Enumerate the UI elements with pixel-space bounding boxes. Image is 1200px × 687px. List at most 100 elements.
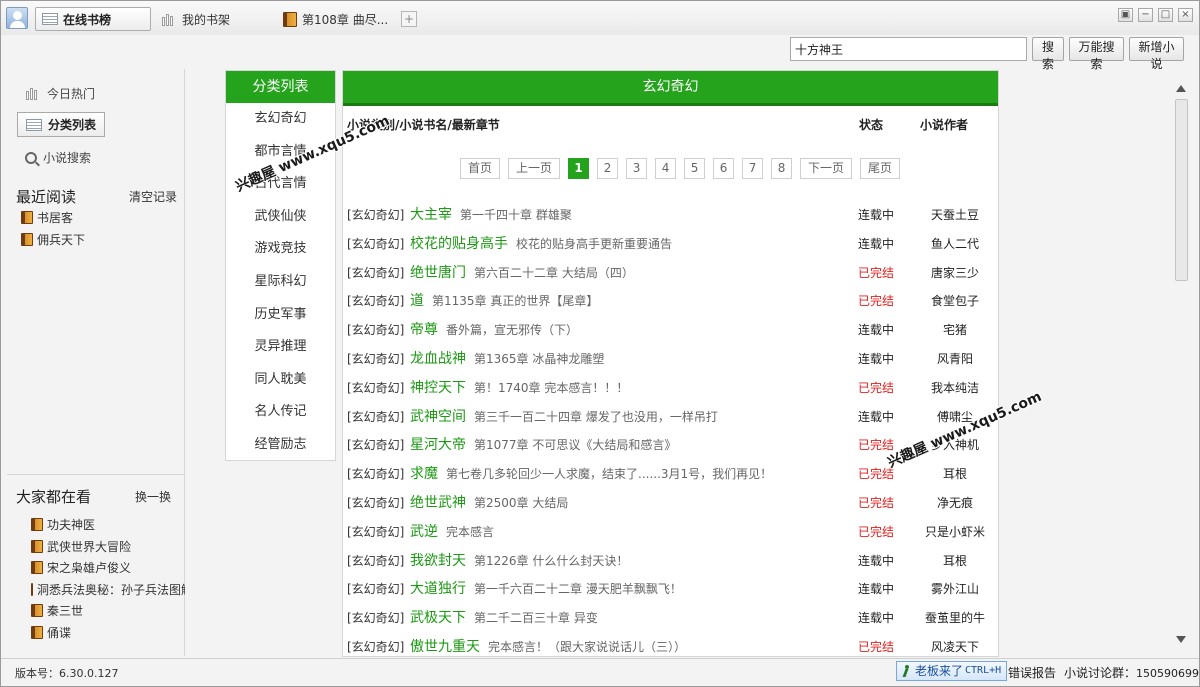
category-item[interactable]: 灵异推理 xyxy=(226,331,335,364)
recent-item[interactable]: 佣兵天下 xyxy=(21,229,85,251)
scroll-down-icon[interactable] xyxy=(1176,636,1186,643)
add-tab-button[interactable]: + xyxy=(401,11,417,27)
row-title[interactable]: 龙血战神 xyxy=(410,351,466,367)
row-book-link[interactable]: 龙血战神 第1365章 冰晶神龙雕塑 xyxy=(410,345,604,374)
scroll-up-icon[interactable] xyxy=(1176,85,1186,92)
user-avatar[interactable] xyxy=(6,7,28,29)
nav-today-hot[interactable]: 今日热门 xyxy=(25,85,95,102)
clear-history-link[interactable]: 清空记录 xyxy=(129,188,177,205)
category-item[interactable]: 武侠仙侠 xyxy=(226,201,335,234)
row-book-link[interactable]: 道第1135章 真正的世界【尾章】 xyxy=(410,287,598,316)
row-book-link[interactable]: 我欲封天 第1226章 什么什么封天诀！ xyxy=(410,547,628,576)
last-page-button[interactable]: 尾页 xyxy=(860,158,901,179)
page-2-button[interactable]: 2 xyxy=(597,158,619,179)
tab-current-chapter[interactable]: 第108章 曲尽... xyxy=(277,7,394,31)
row-book-link[interactable]: 武逆 完本感言 xyxy=(410,518,494,547)
row-title[interactable]: 求魔 xyxy=(410,466,438,482)
tab-my-bookshelf[interactable]: 我的书架 xyxy=(155,7,236,31)
prev-page-button[interactable]: 上一页 xyxy=(508,158,561,179)
row-chapter[interactable]: 第1226章 什么什么封天诀！ xyxy=(474,554,628,568)
category-item[interactable]: 星际科幻 xyxy=(226,266,335,299)
maximize-icon[interactable]: □ xyxy=(1158,8,1173,22)
category-item[interactable]: 经管励志 xyxy=(226,429,335,462)
row-chapter[interactable]: 番外篇，宣无邪传（下） xyxy=(446,323,578,337)
category-item[interactable]: 游戏竞技 xyxy=(226,233,335,266)
row-title[interactable]: 帝尊 xyxy=(410,322,438,338)
row-chapter[interactable]: 第1077章 不可思议《大结局和感言》 xyxy=(474,438,676,452)
row-title[interactable]: 我欲封天 xyxy=(410,553,466,569)
nav-category-list[interactable]: 分类列表 xyxy=(17,112,106,137)
popular-item[interactable]: 武侠世界大冒险 xyxy=(31,536,185,558)
category-item[interactable]: 同人耽美 xyxy=(226,364,335,397)
row-chapter[interactable]: 完本感言！（跟大家说说话儿（三）） xyxy=(488,640,686,654)
category-item[interactable]: 名人传记 xyxy=(226,396,335,429)
error-report-link[interactable]: 错误报告 xyxy=(1008,664,1056,681)
next-page-button[interactable]: 下一页 xyxy=(800,158,853,179)
row-title[interactable]: 绝世唐门 xyxy=(410,265,466,281)
search-button[interactable]: 搜索 xyxy=(1032,37,1064,71)
minimize-icon[interactable]: − xyxy=(1138,8,1153,22)
row-chapter[interactable]: 第二千二百三十章 异变 xyxy=(474,611,598,625)
refresh-link[interactable]: 换一换 xyxy=(135,488,171,505)
row-book-link[interactable]: 帝尊 番外篇，宣无邪传（下） xyxy=(410,316,578,345)
page-7-button[interactable]: 7 xyxy=(742,158,764,179)
row-title[interactable]: 大主宰 xyxy=(410,207,452,223)
popular-item[interactable]: 功夫神医 xyxy=(31,514,185,536)
row-title[interactable]: 道 xyxy=(410,293,424,309)
tab-online-rankings[interactable]: 在线书榜 xyxy=(35,7,151,31)
row-chapter[interactable]: 第！1740章 完本感言！！！ xyxy=(474,381,628,395)
page-1-button[interactable]: 1 xyxy=(568,158,590,179)
restore-icon[interactable]: ▣ xyxy=(1118,8,1133,22)
row-chapter[interactable]: 校花的贴身高手更新重要通告 xyxy=(516,237,672,251)
page-5-button[interactable]: 5 xyxy=(684,158,706,179)
row-title[interactable]: 武逆 xyxy=(410,524,438,540)
row-chapter[interactable]: 第1135章 真正的世界【尾章】 xyxy=(432,294,598,308)
row-book-link[interactable]: 校花的贴身高手 校花的贴身高手更新重要通告 xyxy=(410,230,672,259)
nav-novel-search[interactable]: 小说搜索 xyxy=(25,149,91,166)
row-chapter[interactable]: 第六百二十二章 大结局（四） xyxy=(474,266,634,280)
page-3-button[interactable]: 3 xyxy=(626,158,648,179)
popular-item[interactable]: 俑谍 xyxy=(31,622,185,644)
recent-item[interactable]: 书居客 xyxy=(21,207,85,229)
row-title[interactable]: 校花的贴身高手 xyxy=(410,236,508,252)
category-item[interactable]: 历史军事 xyxy=(226,299,335,332)
row-title[interactable]: 绝世武神 xyxy=(410,495,466,511)
universal-search-button[interactable]: 万能搜索 xyxy=(1069,37,1124,71)
boss-key-button[interactable]: 老板来了 CTRL+H xyxy=(896,661,1008,681)
row-title[interactable]: 武极天下 xyxy=(410,610,466,626)
row-title[interactable]: 傲世九重天 xyxy=(410,639,480,655)
page-8-button[interactable]: 8 xyxy=(771,158,793,179)
row-book-link[interactable]: 星河大帝 第1077章 不可思议《大结局和感言》 xyxy=(410,431,676,460)
row-chapter[interactable]: 第一千六百二十二章 漫天肥羊飘飘飞！ xyxy=(474,582,682,596)
row-chapter[interactable]: 第七卷几多轮回少一人求魔，结束了......3月1号，我们再见！ xyxy=(446,467,772,481)
row-chapter[interactable]: 第三千一百二十四章 爆发了也没用，一样吊打 xyxy=(474,410,718,424)
row-title[interactable]: 神控天下 xyxy=(410,380,466,396)
row-book-link[interactable]: 绝世武神 第2500章 大结局 xyxy=(410,489,568,518)
category-item[interactable]: 玄幻奇幻 xyxy=(226,103,335,136)
row-book-link[interactable]: 武神空间 第三千一百二十四章 爆发了也没用，一样吊打 xyxy=(410,403,718,432)
row-book-link[interactable]: 武极天下 第二千二百三十章 异变 xyxy=(410,604,598,633)
popular-item[interactable]: 秦三世 xyxy=(31,600,185,622)
popular-item[interactable]: 洞悉兵法奥秘：孙子兵法图解 xyxy=(31,579,185,601)
first-page-button[interactable]: 首页 xyxy=(460,158,501,179)
page-4-button[interactable]: 4 xyxy=(655,158,677,179)
search-input[interactable] xyxy=(790,37,1027,61)
row-book-link[interactable]: 大道独行 第一千六百二十二章 漫天肥羊飘飘飞！ xyxy=(410,575,682,604)
popular-item[interactable]: 宋之枭雄卢俊义 xyxy=(31,557,185,579)
close-icon[interactable]: × xyxy=(1178,8,1193,22)
scroll-thumb[interactable] xyxy=(1175,99,1188,281)
row-book-link[interactable]: 绝世唐门 第六百二十二章 大结局（四） xyxy=(410,259,634,288)
row-book-link[interactable]: 大主宰 第一千四十章 群雄聚 xyxy=(410,201,572,230)
add-novel-button[interactable]: 新增小说 xyxy=(1129,37,1184,71)
row-title[interactable]: 武神空间 xyxy=(410,409,466,425)
row-title[interactable]: 大道独行 xyxy=(410,581,466,597)
row-title[interactable]: 星河大帝 xyxy=(410,437,466,453)
row-chapter[interactable]: 第2500章 大结局 xyxy=(474,496,568,510)
row-chapter[interactable]: 第一千四十章 群雄聚 xyxy=(460,208,572,222)
row-chapter[interactable]: 完本感言 xyxy=(446,525,494,539)
row-book-link[interactable]: 求魔 第七卷几多轮回少一人求魔，结束了......3月1号，我们再见！ xyxy=(410,460,772,489)
row-book-link[interactable]: 傲世九重天 完本感言！（跟大家说说话儿（三）） xyxy=(410,633,686,656)
row-book-link[interactable]: 神控天下 第！1740章 完本感言！！！ xyxy=(410,374,628,403)
vertical-scrollbar[interactable] xyxy=(1173,81,1190,649)
row-chapter[interactable]: 第1365章 冰晶神龙雕塑 xyxy=(474,352,604,366)
